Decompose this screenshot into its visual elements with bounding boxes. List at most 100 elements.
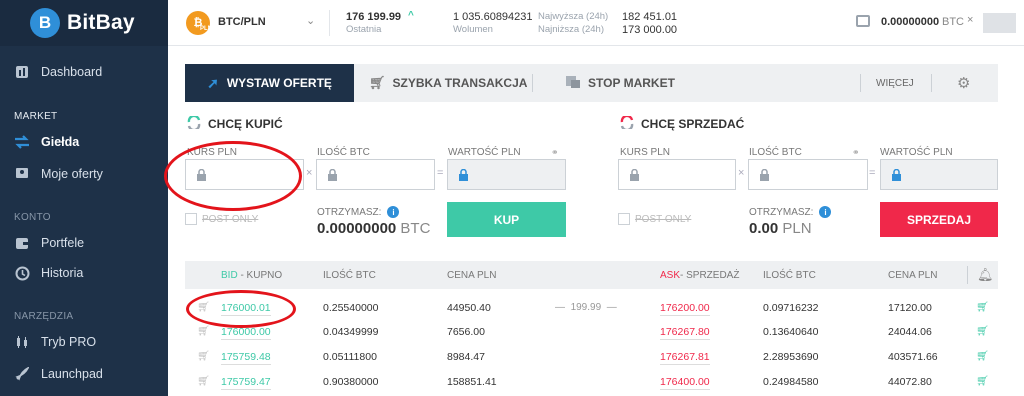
trend-up-icon: ^: [408, 10, 414, 21]
sell-wartosc-input[interactable]: [880, 159, 998, 190]
last-price: 176 199.99: [346, 11, 402, 23]
top-bar: ₿ PLN BTC/PLN ⌄ 176 199.99 ^ Ostatnia 1 …: [168, 0, 1024, 46]
volume-value: 1 035.60894231: [453, 11, 533, 23]
sidebar: B BitBay Dashboard MARKET Giełda Moje of…: [0, 0, 168, 396]
ask-total: 24044.06: [888, 326, 932, 338]
lock-icon: [328, 169, 337, 181]
cart-icon[interactable]: 🛒︎: [976, 376, 989, 387]
cart-icon[interactable]: 🛒︎: [197, 376, 210, 387]
logo-text: BitBay: [67, 11, 135, 34]
buy-ilosc-input[interactable]: [316, 159, 435, 190]
sidebar-item-moje-oferty[interactable]: Moje oferty: [14, 166, 103, 182]
equals-icon: =: [437, 167, 444, 179]
bell-icon[interactable]: 🔔︎: [977, 267, 994, 283]
offers-icon: [14, 166, 30, 182]
cart-icon[interactable]: 🛒︎: [976, 351, 989, 362]
logo[interactable]: B BitBay: [0, 0, 168, 46]
multiply-icon: ×: [738, 167, 745, 179]
bid-label: BID: [221, 270, 238, 281]
buy-button[interactable]: KUP: [447, 202, 566, 237]
ask-price[interactable]: 176267.80: [660, 326, 710, 340]
ask-price[interactable]: 176200.00: [660, 302, 710, 316]
receive-amount: 0.00000000: [317, 220, 397, 237]
more-button[interactable]: WIĘCEJ: [876, 64, 914, 102]
cart-icon: 🛒︎: [369, 75, 386, 90]
sell-button[interactable]: SPRZEDAJ: [880, 202, 998, 237]
rocket-icon: [14, 366, 30, 382]
sell-icon: [620, 114, 634, 132]
sidebar-item-historia[interactable]: Historia: [14, 265, 83, 281]
bid-total: 158851.41: [447, 376, 497, 388]
sidebar-item-dashboard[interactable]: Dashboard: [14, 64, 102, 80]
sell-post-only-checkbox[interactable]: POST ONLY: [618, 213, 691, 225]
buy-title-text: CHCĘ KUPIĆ: [208, 117, 283, 131]
multiply-icon: ×: [306, 167, 313, 179]
tab-stop-market[interactable]: STOP MARKET: [565, 64, 675, 102]
checkbox-box: [185, 213, 197, 225]
coin-sublabel: PLN: [200, 26, 212, 32]
market-pair[interactable]: BTC/PLN: [218, 16, 266, 28]
ask-price[interactable]: 176267.81: [660, 351, 710, 365]
receive-unit: PLN: [782, 220, 812, 237]
sell-kurs-input[interactable]: [618, 159, 736, 190]
bid-price[interactable]: 176000.00: [221, 326, 271, 340]
tab-label: WYSTAW OFERTĘ: [226, 76, 332, 90]
arrow-up-right-icon: ➚: [207, 74, 219, 91]
cart-icon[interactable]: 🛒︎: [197, 351, 210, 362]
lock-icon: [630, 169, 639, 181]
close-icon[interactable]: ×: [967, 14, 973, 26]
bid-price[interactable]: 175759.48: [221, 351, 271, 365]
sidebar-item-launchpad[interactable]: Launchpad: [14, 366, 103, 382]
bid-quantity: 0.04349999: [323, 326, 379, 338]
sidebar-item-label: Moje oferty: [41, 167, 103, 181]
ask-suffix: - SPRZEDAŻ: [680, 270, 740, 281]
ask-price[interactable]: 176400.00: [660, 376, 710, 390]
ask-header: ASK- SPRZEDAŻ: [660, 270, 739, 281]
sidebar-item-label: Launchpad: [41, 367, 103, 381]
sidebar-item-label: Portfele: [41, 236, 85, 250]
info-icon[interactable]: i: [819, 206, 832, 218]
orderbook-row[interactable]: 🛒︎ 175759.48 0.05111800 8984.47 176267.81 2.2…: [185, 346, 998, 368]
sell-ilosc-input[interactable]: [748, 159, 868, 190]
buy-icon: [187, 114, 201, 132]
section-narzedzia: NARZĘDZIA: [14, 311, 74, 322]
sell-receive-value: 0.00 PLN: [749, 220, 812, 237]
balance-value: 0.00000000: [881, 16, 940, 28]
cart-icon[interactable]: 🛒︎: [197, 326, 210, 337]
tab-wystaw-oferte[interactable]: ➚ WYSTAW OFERTĘ: [185, 64, 354, 102]
bid-header: BID - KUPNO: [221, 270, 282, 281]
sidebar-item-tryb-pro[interactable]: Tryb PRO: [14, 334, 96, 350]
sidebar-item-gielda[interactable]: Giełda: [14, 134, 79, 150]
buy-title: CHCĘ KUPIĆ: [187, 114, 283, 132]
cart-icon[interactable]: 🛒︎: [976, 302, 989, 313]
spread-indicator: — 199.99 —: [555, 302, 617, 313]
chevron-down-icon[interactable]: ⌄: [306, 14, 315, 27]
sidebar-item-label: Giełda: [41, 135, 80, 149]
ask-total: 17120.00: [888, 302, 932, 314]
user-avatar[interactable]: [983, 13, 1016, 33]
orderbook-row[interactable]: 🛒︎ 175759.47 0.90380000 158851.41 176400.00 0…: [185, 371, 998, 393]
sidebar-item-portfele[interactable]: Portfele: [14, 235, 84, 251]
annotation-circle-bid: [186, 290, 296, 328]
lock-icon: [760, 169, 769, 181]
cart-icon[interactable]: 🛒︎: [976, 326, 989, 337]
coins-icon: ⚭: [852, 147, 860, 157]
buy-wartosc-input[interactable]: [447, 159, 566, 190]
gear-icon[interactable]: ⚙: [957, 74, 970, 92]
tab-label: STOP MARKET: [588, 76, 675, 90]
buy-wartosc-label: WARTOŚĆ PLN: [448, 147, 521, 158]
sidebar-item-label: Dashboard: [41, 65, 103, 79]
post-only-label: POST ONLY: [202, 213, 259, 225]
buy-receive-value: 0.00000000 BTC: [317, 220, 430, 237]
bid-price[interactable]: 175759.47: [221, 376, 271, 390]
last-price-label: Ostatnia: [346, 24, 382, 35]
info-icon[interactable]: i: [387, 206, 400, 218]
tab-szybka-transakcja[interactable]: 🛒︎ SZYBKA TRANSAKCJA: [369, 64, 527, 102]
post-only-label: POST ONLY: [635, 213, 692, 225]
ask-quantity: 2.28953690: [763, 351, 819, 363]
buy-post-only-checkbox[interactable]: POST ONLY: [185, 213, 258, 225]
low-label: Najniższa (24h): [538, 24, 604, 35]
bid-total: 8984.47: [447, 351, 485, 363]
ask-quantity: 0.24984580: [763, 376, 819, 388]
orderbook-row[interactable]: 🛒︎ 176000.00 0.04349999 7656.00 176267.80 0.1…: [185, 321, 998, 343]
